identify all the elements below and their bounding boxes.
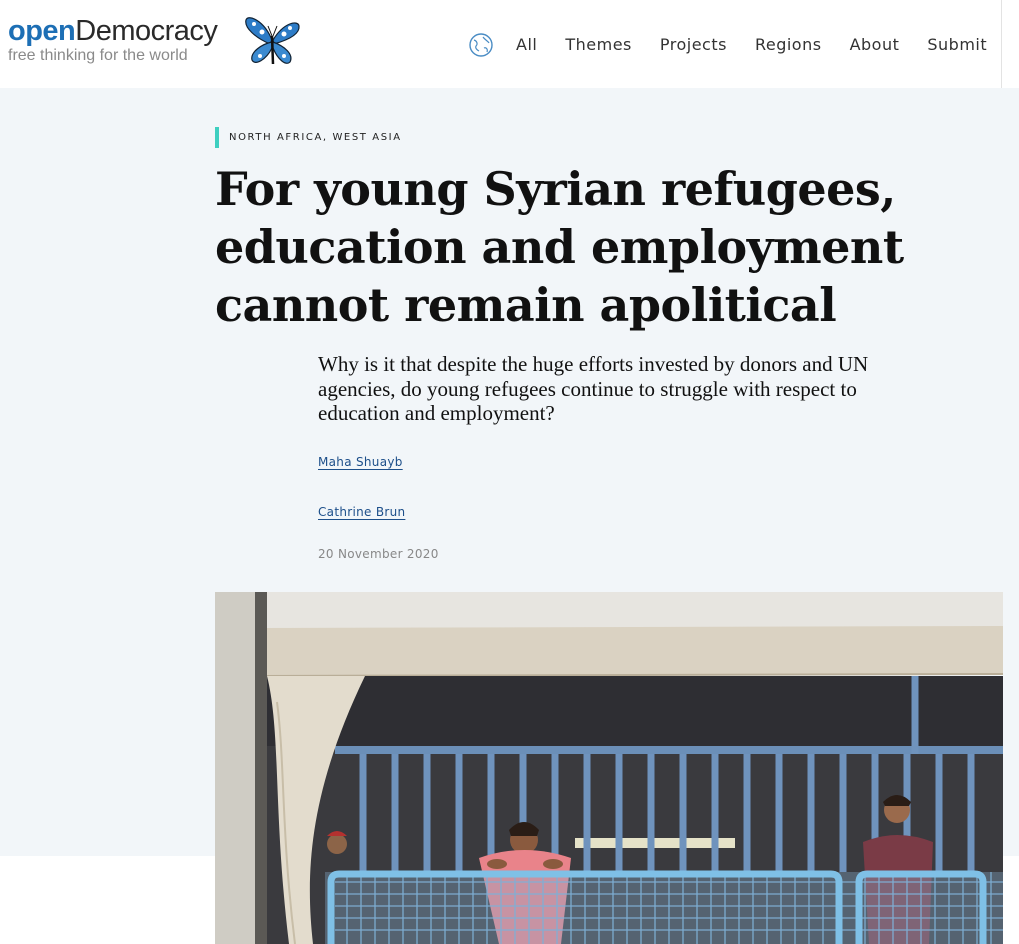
globe-icon[interactable] [468, 32, 494, 58]
author-link-2[interactable]: Cathrine Brun [318, 505, 405, 519]
nav-all[interactable]: All [516, 32, 537, 58]
section-tag[interactable]: NORTH AFRICA, WEST ASIA [215, 127, 402, 148]
nav-submit[interactable]: Submit [927, 32, 987, 58]
main-nav: All Themes Projects Regions About Submit [468, 32, 987, 58]
nav-projects[interactable]: Projects [660, 32, 727, 58]
logo-democracy: Democracy [75, 15, 218, 47]
logo-open: open [8, 15, 76, 47]
nav-about[interactable]: About [850, 32, 900, 58]
nav-themes[interactable]: Themes [565, 32, 632, 58]
nav-regions[interactable]: Regions [755, 32, 822, 58]
article-standfirst: Why is it that despite the huge efforts … [318, 352, 869, 425]
refugee-balcony-photo [215, 592, 1003, 944]
article-title: For young Syrian refugees, education and… [215, 162, 904, 332]
article-hero-photo [215, 592, 1003, 944]
butterfly-logo-icon[interactable] [242, 14, 302, 72]
site-header: openDemocracy free thinking for the worl… [0, 0, 1002, 88]
site-logo[interactable]: openDemocracy free thinking for the worl… [8, 14, 218, 65]
logo-wordmark[interactable]: openDemocracy [8, 14, 218, 48]
publish-date: 20 November 2020 [318, 547, 439, 561]
logo-tagline: free thinking for the world [8, 47, 188, 64]
author-link-1[interactable]: Maha Shuayb [318, 455, 403, 469]
